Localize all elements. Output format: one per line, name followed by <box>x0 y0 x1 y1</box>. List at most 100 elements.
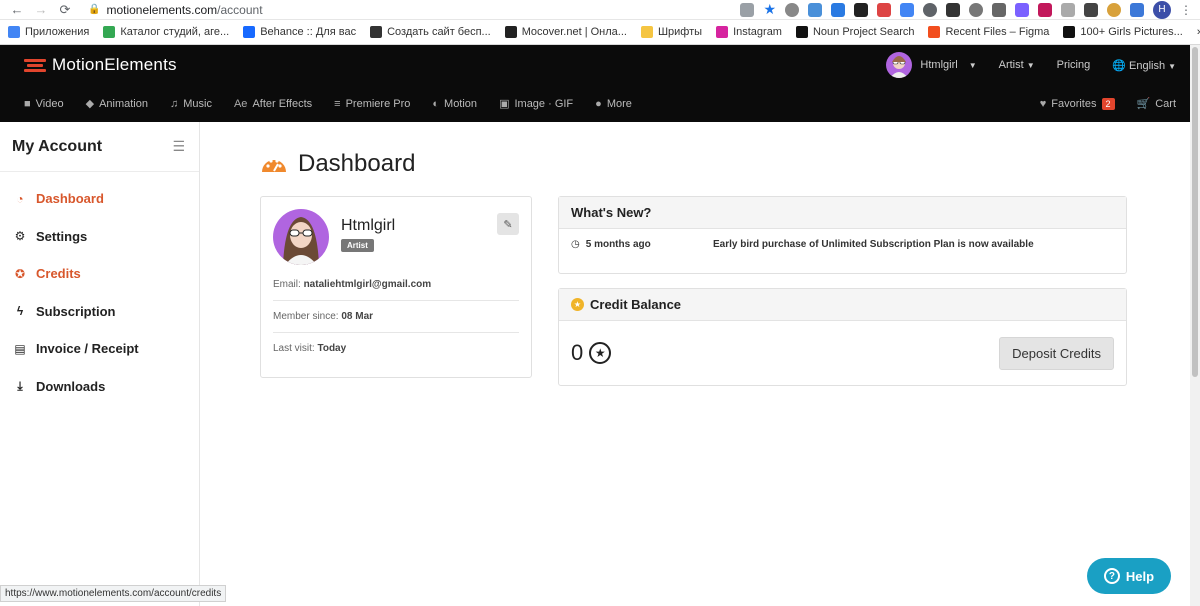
bookmark-icon <box>103 26 116 38</box>
sidebar-item-credits[interactable]: ✪ Credits <box>0 255 199 293</box>
profile-avatar[interactable]: H <box>1153 0 1171 19</box>
dashboard-content: Dashboard Htmlgirl Artist ✎ Email: natal… <box>200 122 1200 606</box>
extension-icon[interactable] <box>854 2 868 17</box>
credit-balance-panel: ★ Credit Balance 0 ★ Deposit Credits <box>558 288 1127 386</box>
category-video[interactable]: ■ Video <box>24 98 64 110</box>
sidebar-item-dashboard[interactable]: ◔ Dashboard <box>0 180 199 218</box>
bolt-icon: ϟ <box>16 304 24 319</box>
url-domain: motionelements.com <box>106 2 218 17</box>
bookmark-star-icon[interactable]: ★ <box>763 1 776 18</box>
category-more[interactable]: ● More <box>595 98 632 110</box>
sidebar-item-subscription[interactable]: ϟ Subscription <box>0 293 199 331</box>
help-button[interactable]: ? Help <box>1087 558 1171 594</box>
animation-icon: ◆ <box>85 98 95 110</box>
translate-icon[interactable] <box>740 2 755 17</box>
bookmark-icon <box>504 26 517 38</box>
extension-icon[interactable] <box>808 2 822 17</box>
bookmark-item[interactable]: Шрифты <box>640 26 702 38</box>
dashboard-gauge-icon <box>262 159 286 172</box>
sidebar-item-settings[interactable]: ⚙ Settings <box>0 218 199 256</box>
category-music[interactable]: ♫ Music <box>170 98 212 110</box>
bookmark-icon <box>795 26 808 38</box>
premiere-icon: ≡ <box>334 97 341 110</box>
sidebar-title: My Account <box>12 137 103 155</box>
image-icon: ▣ <box>499 98 510 110</box>
bookmarks-bar: Приложения Каталог студий, аге... Behance … <box>0 20 1200 45</box>
news-time: 5 months ago <box>585 239 651 250</box>
news-item[interactable]: ◷ 5 months ago Early bird purchase of Un… <box>571 239 1114 263</box>
category-nav: ■ Video ◆ Animation ♫ Music Ae After Effects ≡ Pr… <box>0 85 1200 122</box>
bookmark-item[interactable]: Instagram <box>716 26 782 38</box>
extension-icon[interactable] <box>1061 2 1075 17</box>
extension-icon[interactable] <box>969 2 983 17</box>
bookmark-icon <box>1063 26 1076 38</box>
bookmark-item[interactable]: Recent Files – Figma <box>928 26 1049 38</box>
camera-icon[interactable] <box>992 2 1006 17</box>
page-scrollbar[interactable] <box>1190 45 1200 606</box>
extension-icon[interactable] <box>1015 2 1029 17</box>
credit-star-icon: ★ <box>589 342 612 364</box>
extension-icon[interactable] <box>946 2 960 17</box>
news-message: Early bird purchase of Unlimited Subscri… <box>713 239 1034 250</box>
extension-icon[interactable] <box>1038 2 1052 17</box>
language-menu[interactable]: 🌐 English ▼ <box>1112 59 1176 72</box>
cart-link[interactable]: 🛒 Cart <box>1137 97 1176 111</box>
favorites-count-badge: 2 <box>1101 97 1115 110</box>
after-effects-icon: Ae <box>233 97 248 110</box>
bookmark-icon <box>370 26 383 38</box>
profile-avatar <box>273 209 329 265</box>
extension-icon[interactable] <box>1130 2 1144 17</box>
bookmark-item[interactable]: Создать сайт бесп... <box>370 26 491 38</box>
sidebar-item-downloads[interactable]: ⤓ Downloads <box>0 368 199 406</box>
account-sidebar: My Account ☰ ◔ Dashboard ⚙ Settings ✪ Credits… <box>0 122 200 606</box>
pricing-link[interactable]: Pricing <box>1057 59 1091 71</box>
category-animation[interactable]: ◆ Animation <box>85 97 148 111</box>
forward-icon[interactable]: → <box>32 2 50 17</box>
scrollbar-thumb[interactable] <box>1192 47 1198 377</box>
favorites-link[interactable]: ♥ Favorites 2 <box>1040 97 1115 110</box>
browser-address-bar: ← → ⟳ 🔒 motionelements.com/account ★ H ⋮ <box>0 0 1200 20</box>
extension-icon[interactable] <box>785 2 799 17</box>
profile-visit-row: Last visit: Today <box>273 343 347 354</box>
member-since: 08 Mar <box>341 311 374 322</box>
bookmark-item[interactable]: Mocover.net | Онла... <box>504 26 627 38</box>
bookmark-item[interactable]: Каталог студий, аге... <box>103 26 229 38</box>
artist-menu[interactable]: Artist ▼ <box>999 59 1035 71</box>
status-bar-url: https://www.motionelements.com/account/c… <box>0 585 227 602</box>
bookmark-item[interactable]: 100+ Girls Pictures... <box>1063 26 1183 38</box>
reload-icon[interactable]: ⟳ <box>56 2 74 18</box>
video-icon: ■ <box>24 97 31 110</box>
bookmark-item[interactable]: Noun Project Search <box>795 26 914 38</box>
bookmark-item[interactable]: Behance :: Для вас <box>243 26 356 38</box>
extensions-bar: ★ H ⋮ <box>740 0 1192 19</box>
extension-icon[interactable] <box>900 2 914 17</box>
hamburger-icon[interactable]: ☰ <box>172 138 185 155</box>
edit-profile-button[interactable]: ✎ <box>497 213 519 235</box>
category-after-effects[interactable]: Ae After Effects <box>234 98 312 110</box>
category-image-gif[interactable]: ▣ Image · GIF <box>499 97 573 111</box>
extension-icon[interactable] <box>1084 2 1098 17</box>
credit-balance-title: Credit Balance <box>590 297 682 312</box>
profile-member-row: Member since: 08 Mar <box>273 301 519 333</box>
more-icon: ● <box>595 97 602 110</box>
deposit-credits-button[interactable]: Deposit Credits <box>999 336 1114 370</box>
user-menu[interactable]: Htmlgirl ▼ <box>886 52 977 78</box>
extension-icon[interactable] <box>1107 2 1121 17</box>
chevron-down-icon: ▼ <box>968 60 977 70</box>
category-premiere-pro[interactable]: ≡ Premiere Pro <box>334 98 410 110</box>
bookmark-item[interactable]: Приложения <box>8 26 89 38</box>
dashboard-icon: ◔ <box>16 191 24 206</box>
bookmark-icon <box>8 26 20 38</box>
sidebar-item-invoice-receipt[interactable]: ▤ Invoice / Receipt <box>0 330 199 368</box>
extension-icon[interactable] <box>923 2 937 17</box>
profile-email-row: Email: nataliehtmlgirl@gmail.com <box>273 269 519 301</box>
motion-icon: ◐ <box>432 97 440 110</box>
site-logo[interactable]: MotionElements <box>24 55 177 75</box>
question-icon: ? <box>1103 568 1120 584</box>
url-field[interactable]: 🔒 motionelements.com/account <box>88 3 263 17</box>
extension-icon[interactable] <box>877 2 891 17</box>
category-motion[interactable]: ◐ Motion <box>432 98 477 110</box>
extension-icon[interactable] <box>831 2 845 17</box>
back-icon[interactable]: ← <box>8 2 26 17</box>
menu-dots-icon[interactable]: ⋮ <box>1180 3 1192 17</box>
